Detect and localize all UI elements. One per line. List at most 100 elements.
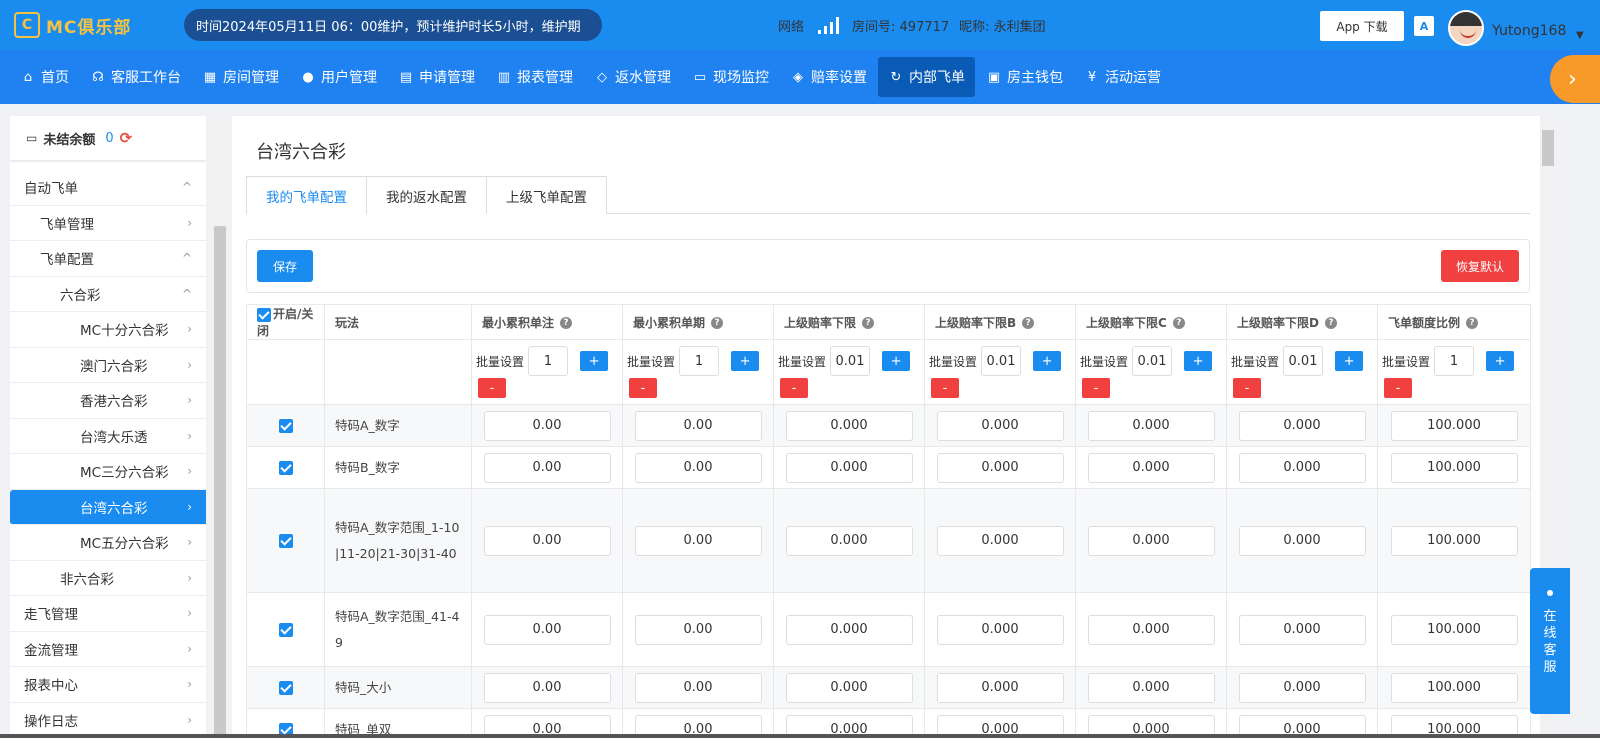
help-icon[interactable]: ? xyxy=(1324,317,1337,329)
sidebar-item-2[interactable]: 飞单配置 ^ xyxy=(10,241,206,277)
batch-plus-button[interactable]: + xyxy=(1486,351,1515,371)
value-input[interactable]: 0.000 xyxy=(936,614,1064,645)
value-input[interactable]: 100.000 xyxy=(1390,525,1518,556)
value-input[interactable]: 0.000 xyxy=(1087,614,1215,645)
batch-plus-button[interactable]: + xyxy=(1184,351,1213,371)
batch-input[interactable]: 0.01 xyxy=(981,346,1022,376)
nav-item-10[interactable]: ▣ 房主钱包 xyxy=(976,57,1073,97)
nav-item-5[interactable]: ▥ 报表管理 xyxy=(486,57,583,97)
sidebar-item-12[interactable]: 走飞管理 › xyxy=(10,596,206,632)
value-input[interactable]: 0.000 xyxy=(936,452,1064,483)
batch-plus-button[interactable]: + xyxy=(731,351,760,371)
sidebar-item-4[interactable]: MC十分六合彩 › xyxy=(10,312,206,348)
sidebar-item-9[interactable]: 台湾六合彩 › xyxy=(10,489,206,525)
value-input[interactable]: 0.000 xyxy=(1087,410,1215,441)
batch-input[interactable]: 0.01 xyxy=(1132,346,1173,376)
tab-2[interactable]: 上级飞单配置 xyxy=(486,176,607,214)
tab-0[interactable]: 我的飞单配置 xyxy=(246,176,367,215)
row-checkbox[interactable] xyxy=(278,534,293,549)
avatar[interactable] xyxy=(1448,10,1484,46)
batch-minus-button[interactable]: - xyxy=(1384,378,1412,398)
sidebar-item-8[interactable]: MC三分六合彩 › xyxy=(10,454,206,490)
sidebar-item-3[interactable]: 六合彩 ^ xyxy=(10,277,206,312)
value-input[interactable]: 100.000 xyxy=(1390,614,1518,645)
value-input[interactable]: 0.000 xyxy=(1238,452,1366,483)
help-icon[interactable]: ? xyxy=(560,317,573,329)
value-input[interactable]: 0.00 xyxy=(483,452,611,483)
value-input[interactable]: 0.000 xyxy=(936,672,1064,703)
value-input[interactable]: 0.000 xyxy=(936,410,1064,441)
value-input[interactable]: 0.000 xyxy=(1238,525,1366,556)
value-input[interactable]: 100.000 xyxy=(1390,452,1518,483)
batch-input[interactable]: 1 xyxy=(1434,346,1475,376)
nav-item-4[interactable]: ▤ 申请管理 xyxy=(388,57,485,97)
sidebar-item-14[interactable]: 报表中心 › xyxy=(10,667,206,703)
save-button[interactable]: 保存 xyxy=(257,250,313,282)
restore-default-button[interactable]: 恢复默认 xyxy=(1441,250,1519,282)
value-input[interactable]: 0.00 xyxy=(634,410,762,441)
batch-minus-button[interactable]: - xyxy=(1233,378,1261,398)
nav-item-7[interactable]: ▭ 现场监控 xyxy=(682,57,779,97)
sidebar-item-5[interactable]: 澳门六合彩 › xyxy=(10,348,206,383)
value-input[interactable]: 0.00 xyxy=(483,410,611,441)
value-input[interactable]: 0.00 xyxy=(634,672,762,703)
help-icon[interactable]: ? xyxy=(1172,317,1185,329)
value-input[interactable]: 0.000 xyxy=(785,410,913,441)
nav-item-11[interactable]: ¥ 活动运营 xyxy=(1074,57,1171,97)
batch-input[interactable]: 1 xyxy=(679,346,720,376)
nav-item-9[interactable]: ↻ 内部飞单 xyxy=(878,57,975,97)
batch-minus-button[interactable]: - xyxy=(478,378,506,398)
value-input[interactable]: 0.000 xyxy=(936,525,1064,556)
batch-minus-button[interactable]: - xyxy=(1082,378,1110,398)
sidebar-item-7[interactable]: 台湾大乐透 › xyxy=(10,419,206,454)
batch-plus-button[interactable]: + xyxy=(882,351,911,371)
value-input[interactable]: 0.00 xyxy=(634,614,762,645)
sidebar-item-13[interactable]: 金流管理 › xyxy=(10,632,206,667)
batch-plus-button[interactable]: + xyxy=(580,351,609,371)
value-input[interactable]: 0.000 xyxy=(785,452,913,483)
batch-plus-button[interactable]: + xyxy=(1033,351,1062,371)
help-icon[interactable]: ? xyxy=(862,317,875,329)
sidebar-item-1[interactable]: 飞单管理 › xyxy=(10,206,206,241)
batch-minus-button[interactable]: - xyxy=(931,378,959,398)
sidebar-item-11[interactable]: 非六合彩 › xyxy=(10,561,206,596)
value-input[interactable]: 0.000 xyxy=(1238,614,1366,645)
nav-item-3[interactable]: ● 用户管理 xyxy=(290,57,387,97)
batch-minus-button[interactable]: - xyxy=(629,378,657,398)
value-input[interactable]: 0.000 xyxy=(785,672,913,703)
value-input[interactable]: 0.00 xyxy=(634,525,762,556)
translate-icon[interactable]: A xyxy=(1414,16,1434,36)
value-input[interactable]: 0.00 xyxy=(483,672,611,703)
sidebar-scrollbar[interactable] xyxy=(212,116,228,753)
sidebar-item-10[interactable]: MC五分六合彩 › xyxy=(10,525,206,561)
nav-item-0[interactable]: ⌂ 首页 xyxy=(10,57,79,97)
tab-1[interactable]: 我的返水配置 xyxy=(366,176,487,214)
app-download-button[interactable]: App 下载 xyxy=(1320,11,1404,41)
value-input[interactable]: 0.00 xyxy=(483,614,611,645)
logo[interactable]: C MC俱乐部 xyxy=(14,12,164,38)
nav-item-8[interactable]: ◈ 赔率设置 xyxy=(780,57,877,97)
value-input[interactable]: 100.000 xyxy=(1390,672,1518,703)
batch-input[interactable]: 0.01 xyxy=(1283,346,1324,376)
nav-scroll-right-button[interactable]: › xyxy=(1550,55,1600,103)
value-input[interactable]: 100.000 xyxy=(1390,410,1518,441)
help-icon[interactable]: ? xyxy=(1466,317,1479,329)
batch-plus-button[interactable]: + xyxy=(1335,351,1364,371)
batch-input[interactable]: 0.01 xyxy=(830,346,871,376)
sidebar-item-15[interactable]: 操作日志 › xyxy=(10,703,206,738)
sidebar-item-0[interactable]: 自动飞单 ^ xyxy=(10,170,206,206)
help-icon[interactable]: ? xyxy=(1022,317,1035,329)
value-input[interactable]: 0.00 xyxy=(634,452,762,483)
value-input[interactable]: 0.000 xyxy=(785,614,913,645)
row-checkbox[interactable] xyxy=(278,681,293,696)
nav-item-6[interactable]: ◇ 返水管理 xyxy=(584,57,681,97)
select-all-checkbox[interactable] xyxy=(257,307,271,322)
sidebar-item-6[interactable]: 香港六合彩 › xyxy=(10,383,206,419)
batch-minus-button[interactable]: - xyxy=(780,378,808,398)
row-checkbox[interactable] xyxy=(278,623,293,638)
value-input[interactable]: 0.000 xyxy=(1087,452,1215,483)
value-input[interactable]: 0.000 xyxy=(1087,672,1215,703)
chevron-down-icon[interactable]: ▼ xyxy=(1576,30,1584,41)
online-support-button[interactable]: 在线客服 xyxy=(1530,568,1570,714)
help-icon[interactable]: ? xyxy=(711,317,724,329)
